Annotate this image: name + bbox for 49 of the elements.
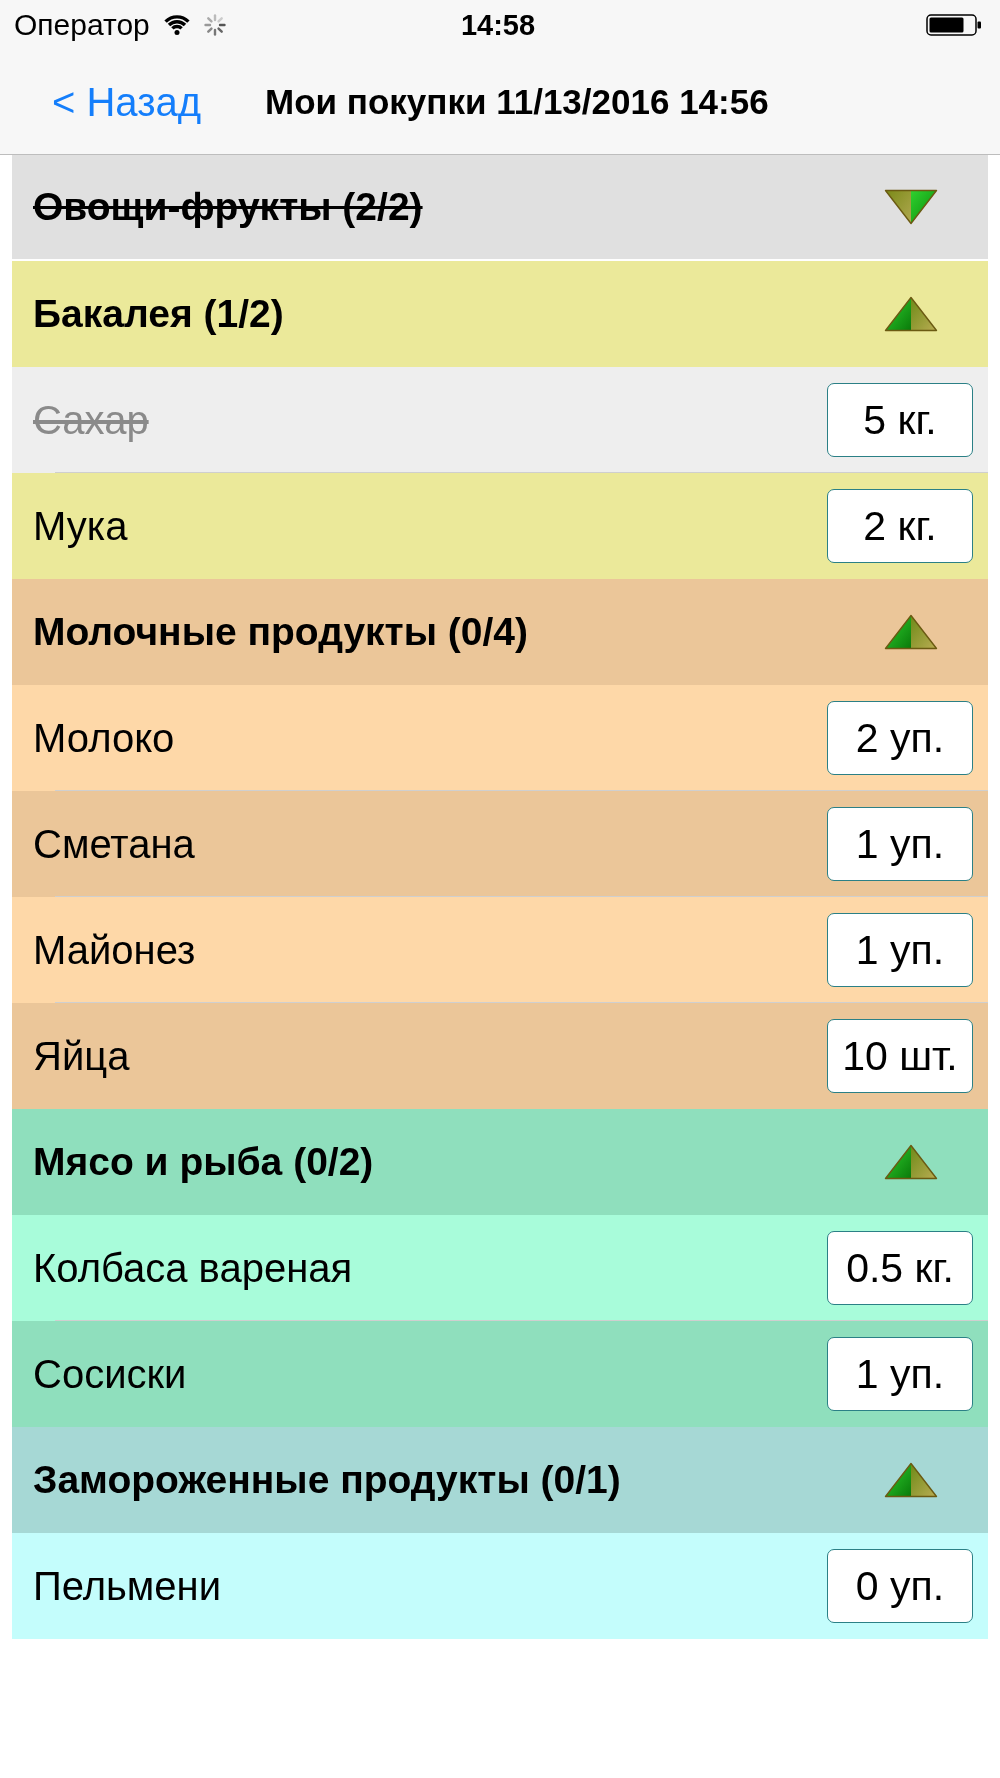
triangle-down-icon[interactable] <box>884 189 938 225</box>
triangle-up-icon[interactable] <box>884 1462 938 1498</box>
spinner-icon <box>203 14 226 36</box>
item-row[interactable]: Молоко 2 уп. <box>12 685 988 791</box>
quantity-button[interactable]: 1 уп. <box>827 1337 973 1411</box>
item-row[interactable]: Колбаса вареная 0.5 кг. <box>12 1215 988 1321</box>
carrier-name: Оператор <box>14 8 150 42</box>
wifi-icon <box>163 15 190 35</box>
group-title: Бакалея (1/2) <box>33 292 284 336</box>
triangle-up-icon[interactable] <box>884 1144 938 1180</box>
quantity-button[interactable]: 1 уп. <box>827 913 973 987</box>
quantity-button[interactable]: 2 уп. <box>827 701 973 775</box>
quantity-button[interactable]: 5 кг. <box>827 383 973 457</box>
quantity-button[interactable]: 1 уп. <box>827 807 973 881</box>
item-name: Сметана <box>33 821 195 867</box>
item-row[interactable]: Майонез 1 уп. <box>12 897 988 1003</box>
group-header[interactable]: Бакалея (1/2) <box>12 261 988 367</box>
group-header[interactable]: Мясо и рыба (0/2) <box>12 1109 988 1215</box>
item-row[interactable]: Сметана 1 уп. <box>12 791 988 897</box>
item-name: Колбаса вареная <box>33 1245 353 1291</box>
item-name: Майонез <box>33 927 196 973</box>
battery-icon <box>926 14 982 36</box>
quantity-button[interactable]: 0.5 кг. <box>827 1231 973 1305</box>
item-name: Сахар <box>33 397 149 443</box>
item-name: Мука <box>33 503 128 549</box>
back-button[interactable]: < Назад <box>52 79 202 125</box>
item-row[interactable]: Пельмени 0 уп. <box>12 1533 988 1639</box>
group-title: Овощи-фрукты (2/2) <box>33 185 423 229</box>
group-header[interactable]: Замороженные продукты (0/1) <box>12 1427 988 1533</box>
item-name: Молоко <box>33 715 175 761</box>
group-title: Замороженные продукты (0/1) <box>33 1458 621 1502</box>
item-row[interactable]: Сахар 5 кг. <box>12 367 988 473</box>
quantity-button[interactable]: 10 шт. <box>827 1019 973 1093</box>
status-time: 14:58 <box>460 8 536 42</box>
item-name: Сосиски <box>33 1351 187 1397</box>
triangle-up-icon[interactable] <box>884 614 938 650</box>
item-row[interactable]: Яйца 10 шт. <box>12 1003 988 1109</box>
quantity-button[interactable]: 0 уп. <box>827 1549 973 1623</box>
item-row[interactable]: Мука 2 кг. <box>12 473 988 579</box>
item-name: Пельмени <box>33 1563 222 1609</box>
triangle-up-icon[interactable] <box>884 296 938 332</box>
group-header[interactable]: Молочные продукты (0/4) <box>12 579 988 685</box>
item-row[interactable]: Сосиски 1 уп. <box>12 1321 988 1427</box>
quantity-button[interactable]: 2 кг. <box>827 489 973 563</box>
group-title: Мясо и рыба (0/2) <box>33 1140 374 1184</box>
item-name: Яйца <box>33 1033 130 1079</box>
group-header[interactable]: Овощи-фрукты (2/2) <box>12 155 988 261</box>
group-title: Молочные продукты (0/4) <box>33 610 529 654</box>
nav-title: Мои покупки 11/13/2016 14:56 <box>265 82 770 122</box>
